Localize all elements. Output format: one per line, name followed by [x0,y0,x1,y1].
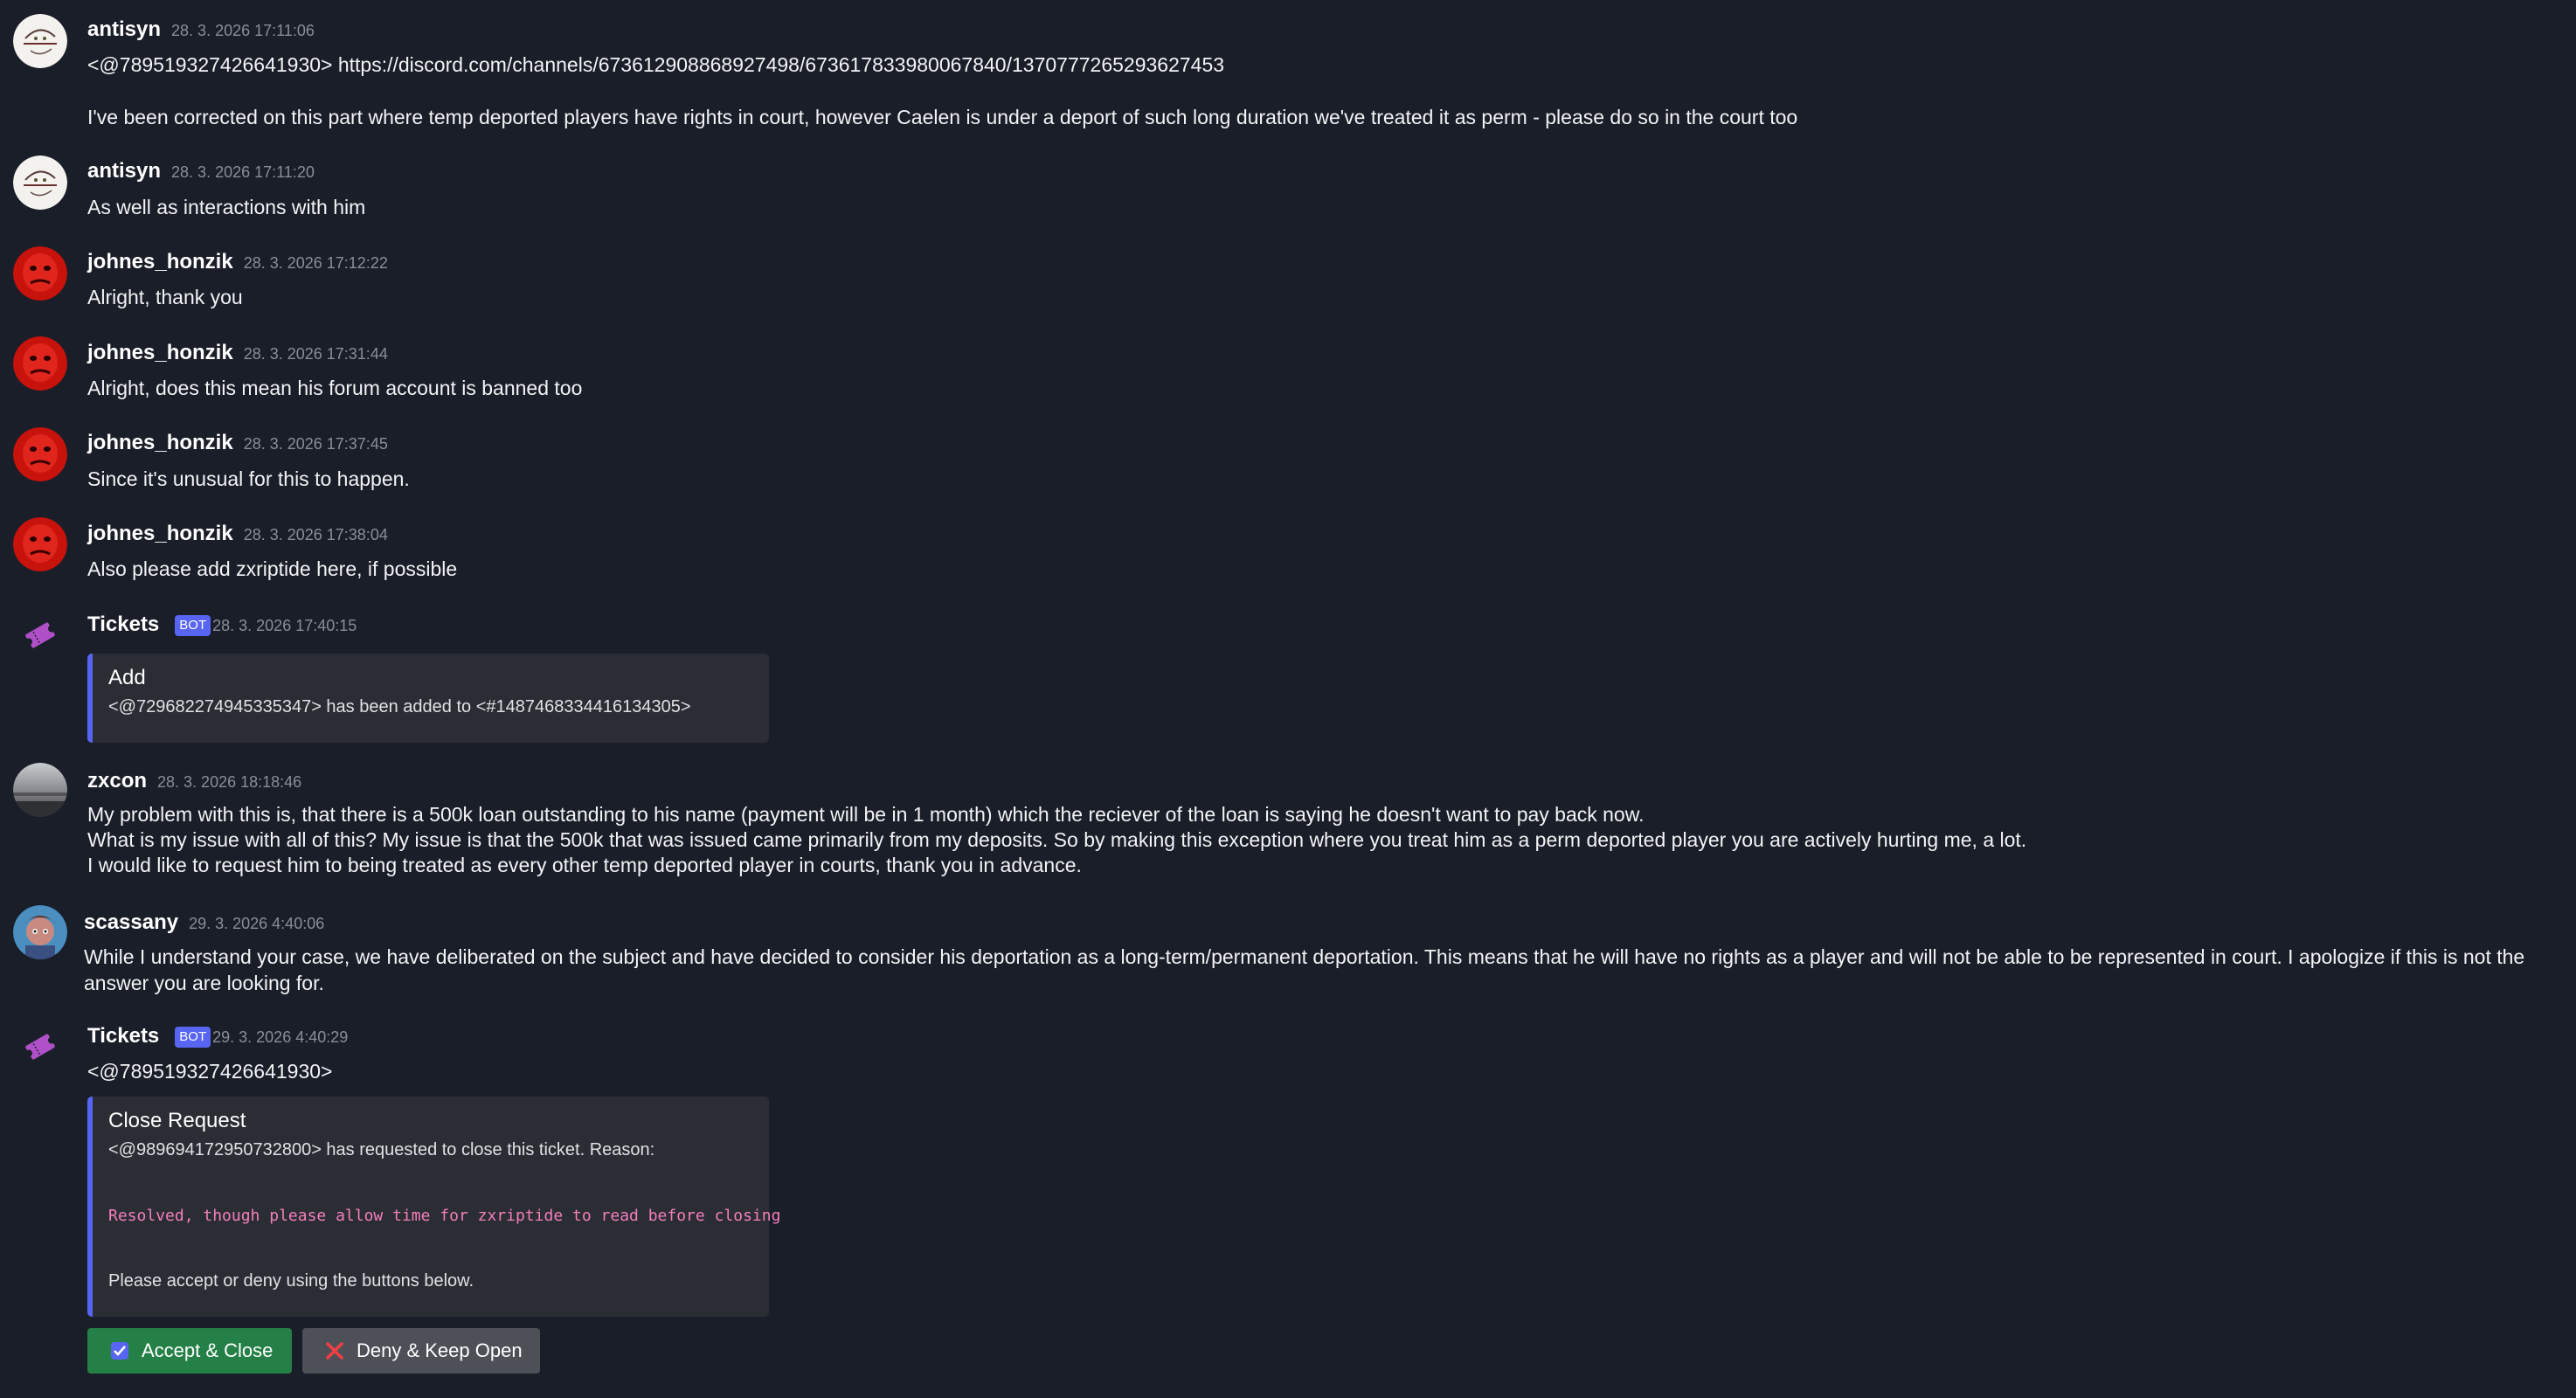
embed-description: <@729682274945335347> has been added to … [108,697,691,716]
message-timestamp: 28. 3. 2026 17:40:15 [212,617,357,634]
accept-close-label: Accept & Close [142,1339,274,1361]
message-text: Alright, does this mean his forum accoun… [87,377,583,399]
author-name[interactable]: johnes_honzik [87,250,233,274]
message-timestamp: 29. 3. 2026 4:40:29 [212,1028,349,1046]
message-timestamp: 28. 3. 2026 17:37:45 [243,435,388,453]
message-text: Since it's unusual for this to happen. [87,467,410,490]
embed: Close Request <@989694172950732800> has … [87,1097,780,1317]
embed-title: Close Request [108,1109,246,1132]
message-text: My problem with this is, that there is a… [87,803,1645,826]
avatar[interactable] [13,14,67,68]
embed-footer-text: Please accept or deny using the buttons … [108,1271,474,1291]
ticket-icon [25,622,55,648]
avatar[interactable] [13,763,67,817]
embed-reason-code: Resolved, though please allow time for z… [108,1207,781,1225]
cross-icon [326,1342,343,1360]
author-name[interactable]: zxcon [87,769,147,793]
avatar[interactable] [13,156,67,210]
message-text: I would like to request him to being tre… [87,854,1082,876]
avatar[interactable] [13,336,67,391]
message-text: What is my issue with all of this? My is… [87,828,2027,851]
message-text: I've been corrected on this part where t… [87,106,1798,128]
chat-log: antisyn 28. 3. 2026 17:11:06 <@789519327… [0,0,2576,1398]
ticket-icon [25,1034,55,1060]
message-text: As well as interactions with him [87,196,366,218]
avatar[interactable] [13,517,67,571]
bot-badge: BOT [175,615,211,636]
embed: Add <@729682274945335347> has been added… [87,654,769,743]
message-timestamp: 28. 3. 2026 17:11:20 [171,163,315,181]
user-mention[interactable]: <@789519327426641930> [87,1059,332,1084]
accept-close-button[interactable]: Accept & Close [87,1328,292,1374]
message-text: <@789519327426641930> https://discord.co… [87,53,1225,76]
embed-description: <@989694172950732800> has requested to c… [108,1140,655,1159]
message-text: While I understand your case, we have de… [84,945,2525,994]
author-name[interactable]: antisyn [87,159,161,183]
avatar[interactable] [13,246,67,301]
author-name[interactable]: antisyn [87,17,161,42]
bot-avatar[interactable] [13,1020,67,1074]
avatar[interactable] [13,905,67,959]
message-timestamp: 28. 3. 2026 17:12:22 [243,254,388,272]
message-timestamp: 28. 3. 2026 17:31:44 [243,345,388,363]
avatar[interactable] [13,427,67,481]
bot-badge: BOT [175,1027,211,1048]
message-timestamp: 28. 3. 2026 18:18:46 [157,773,302,791]
deny-keep-open-button[interactable]: Deny & Keep Open [302,1328,540,1374]
author-name[interactable]: johnes_honzik [87,522,233,546]
author-name[interactable]: johnes_honzik [87,431,233,455]
message-text: Alright, thank you [87,286,243,308]
message-timestamp: 29. 3. 2026 4:40:06 [189,915,325,932]
message-text: Also please add zxriptide here, if possi… [87,557,458,580]
author-name[interactable]: Tickets [87,1024,159,1048]
message-timestamp: 28. 3. 2026 17:38:04 [243,526,388,543]
deny-keep-open-label: Deny & Keep Open [357,1339,523,1361]
author-name[interactable]: Tickets [87,612,159,637]
author-name[interactable]: scassany [84,910,178,935]
message-timestamp: 28. 3. 2026 17:11:06 [171,22,315,39]
check-box-icon [111,1342,128,1360]
author-name[interactable]: johnes_honzik [87,341,233,365]
bot-avatar[interactable] [13,608,67,662]
embed-title: Add [108,666,146,689]
